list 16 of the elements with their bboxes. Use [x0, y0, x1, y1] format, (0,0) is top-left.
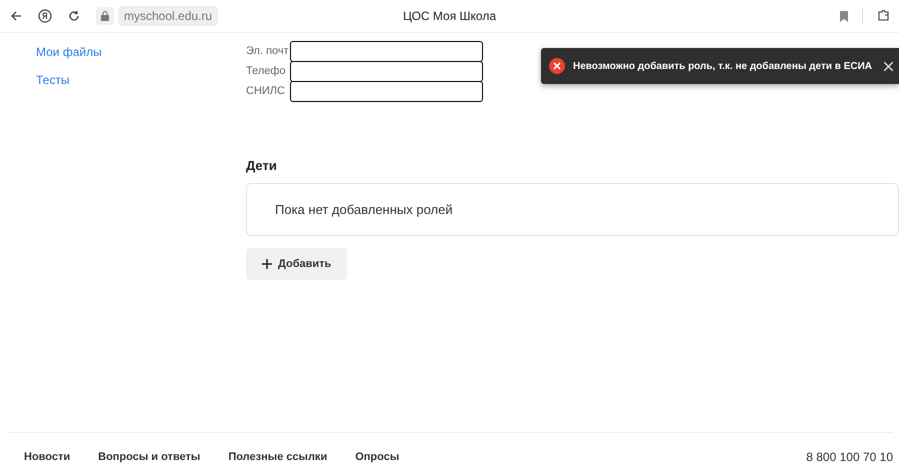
footer-link[interactable]: Опросы [355, 450, 400, 462]
footer-link[interactable]: Новости [24, 450, 70, 462]
field-label: Телефо [246, 65, 287, 77]
field-label: СНИЛС [246, 85, 286, 97]
page-title: ЦОС Моя Школа [402, 9, 496, 23]
footer-link[interactable]: Полезные ссылки [228, 450, 328, 462]
empty-roles-message: Пока нет добавленных ролей [246, 183, 899, 236]
section-heading: Дети [246, 158, 278, 173]
field-label: Эл. почт [246, 45, 290, 57]
sidebar-link[interactable]: Мои файлы [36, 45, 246, 60]
address-field[interactable]: myschool.edu.ru [118, 6, 218, 26]
phone-number: 8 800 100 70 10 [806, 450, 893, 464]
sidebar-link[interactable]: Тесты [36, 73, 246, 88]
add-button[interactable]: Добавить [246, 248, 348, 280]
footer-link[interactable]: Вопросы и ответы [98, 450, 200, 462]
toast-message: Невозможно добавить роль, т.к. не добавлены дети в ЕСИА [573, 60, 872, 72]
